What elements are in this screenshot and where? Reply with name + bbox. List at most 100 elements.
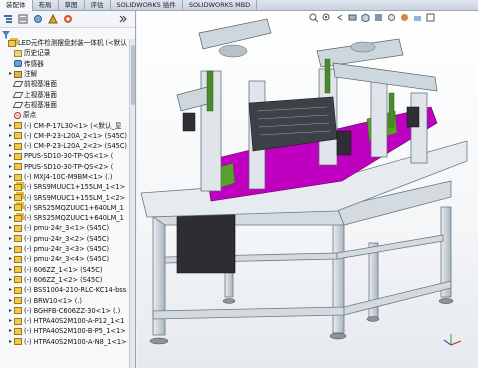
tree-item-label: (-) CM-P-23-L20A_2<2> (S45C) bbox=[24, 142, 128, 151]
folder-icon bbox=[14, 49, 22, 57]
tree-item-label: LED元件检测摆盘封装一体机 (<默认 bbox=[18, 39, 127, 48]
tree-item[interactable]: ▸ (-) HTPA40S2M100-A-N8_1<1> bbox=[0, 337, 135, 347]
tree-item[interactable]: ▸ (-) 606ZZ_1<2> (S45C) bbox=[0, 275, 135, 285]
tree-item[interactable]: ▸ (-) 606ZZ_1<1> (S45C) bbox=[0, 265, 135, 275]
part-icon bbox=[14, 276, 22, 284]
tree-item-label: (-) CM-P-17L30<1> (<默认_显 bbox=[24, 121, 122, 130]
tree-item[interactable]: ▸ (-) pmu-24r_3<2> (S45C) bbox=[0, 234, 135, 244]
expand-toggle-icon[interactable]: ▸ bbox=[7, 223, 14, 233]
expand-toggle-icon[interactable]: ▸ bbox=[7, 285, 14, 295]
previous-view-icon[interactable] bbox=[335, 13, 344, 22]
expand-toggle-icon[interactable]: ▸ bbox=[7, 275, 14, 285]
expand-toggle-icon[interactable]: ▸ bbox=[7, 234, 14, 244]
part-icon bbox=[14, 327, 22, 335]
expand-toggle-icon[interactable]: ▸ bbox=[7, 172, 14, 182]
part-icon bbox=[14, 307, 22, 315]
section-view-icon[interactable] bbox=[348, 13, 357, 22]
tab-evaluate[interactable]: 评估 bbox=[85, 0, 111, 11]
display-style-icon[interactable] bbox=[374, 13, 383, 22]
expand-toggle-icon[interactable]: ▸ bbox=[7, 141, 14, 151]
plane-icon bbox=[12, 91, 24, 98]
tree-item[interactable]: ▸ (-) MXJ4-10C-M9BM<1> (.) bbox=[0, 172, 135, 182]
expand-toggle-icon[interactable]: ▸ bbox=[7, 316, 14, 326]
expand-toggle-icon[interactable]: ▸ bbox=[7, 265, 14, 275]
scroll-thumb[interactable] bbox=[131, 45, 135, 105]
expand-toggle-icon[interactable]: ▸ bbox=[7, 296, 14, 306]
expand-toggle-icon[interactable]: ▸ bbox=[7, 244, 14, 254]
display-manager-icon[interactable] bbox=[62, 13, 74, 25]
tree-item[interactable]: ▸ (-) pmu-24r_3<4> (S45C) bbox=[0, 254, 135, 264]
tree-item[interactable]: LED元件检测摆盘封装一体机 (<默认 bbox=[0, 38, 135, 48]
expand-toggle-icon[interactable]: ▸ bbox=[7, 182, 14, 192]
expand-toggle-icon[interactable]: ▸ bbox=[7, 203, 14, 213]
tree-item[interactable]: ▸ (-) BRW10<1> (.) bbox=[0, 295, 135, 305]
tree-item[interactable]: ▸ PPUS-SD10-30-TP-QS<1> ( bbox=[0, 151, 135, 161]
panel-toolbar bbox=[0, 11, 135, 28]
tree-item[interactable]: 原点 bbox=[0, 110, 135, 120]
property-manager-icon[interactable] bbox=[17, 13, 29, 25]
tab-addins[interactable]: SOLIDWORKS 插件 bbox=[111, 0, 183, 11]
expand-toggle-icon[interactable]: ▸ bbox=[7, 254, 14, 264]
tree-item[interactable]: ▸ (-) SRS9MUUC1+155LM_1<1> bbox=[0, 182, 135, 192]
tree-item-label: 前视基准面 bbox=[24, 80, 57, 89]
view-orientation-icon[interactable] bbox=[361, 13, 370, 22]
tree-item[interactable]: ▸ (-) pmu-24r_3<1> (S45C) bbox=[0, 223, 135, 233]
dimxpert-icon[interactable] bbox=[47, 13, 59, 25]
tree-item[interactable]: ▸ PPUS-SD10-30-TP-QS<2> ( bbox=[0, 162, 135, 172]
tab-sketch[interactable]: 草图 bbox=[59, 0, 85, 11]
configuration-manager-icon[interactable] bbox=[32, 13, 44, 25]
expand-toggle-icon[interactable]: ▸ bbox=[7, 121, 14, 131]
tree-item[interactable]: ▸ (-) SRS25MQZUUC1+640LM_1 bbox=[0, 203, 135, 213]
expand-toggle-icon[interactable]: ▸ bbox=[7, 213, 14, 223]
panel-scrollbar[interactable] bbox=[129, 39, 135, 368]
tree-item[interactable]: 右视基准面 bbox=[0, 100, 135, 110]
expand-toggle-icon[interactable]: ▸ bbox=[7, 337, 14, 347]
tree-item-label: (-) MXJ4-10C-M9BM<1> (.) bbox=[24, 173, 113, 181]
tree-item-label: (-) BRW10<1> (.) bbox=[24, 296, 82, 305]
zoom-area-icon[interactable] bbox=[322, 13, 331, 22]
expand-toggle-icon[interactable]: ▸ bbox=[7, 162, 14, 172]
expand-toggle-icon[interactable]: ▸ bbox=[7, 131, 14, 141]
expand-toggle-icon[interactable]: ▸ bbox=[7, 151, 14, 161]
leveling-feet bbox=[149, 298, 454, 345]
expand-toggle-icon[interactable]: ▸ bbox=[7, 193, 14, 203]
tree-item[interactable]: ▸ (-) HTPA40S2M100-A-P12_1<1 bbox=[0, 316, 135, 326]
tree-item-label: 原点 bbox=[23, 111, 37, 120]
scene-icon[interactable] bbox=[413, 13, 422, 22]
tree-item[interactable]: ▸ (-) CM-P-23-L20A_2<1> (S45C) bbox=[0, 131, 135, 141]
tree-item[interactable]: 前视基准面 bbox=[0, 79, 135, 89]
tree-item[interactable]: ▸ (-) SRS9MUUC1+155LM_1<2> bbox=[0, 192, 135, 202]
tab-layout[interactable]: 布局 bbox=[33, 0, 59, 11]
part-icon bbox=[14, 266, 22, 274]
tree-item[interactable]: 历史记录 bbox=[0, 48, 135, 58]
origin-icon bbox=[14, 111, 21, 119]
graphics-area[interactable] bbox=[137, 11, 478, 368]
tree-item[interactable]: ▸ 注解 bbox=[0, 69, 135, 79]
tree-item-label: (-) pmu-24r_3<4> (S45C) bbox=[24, 255, 110, 264]
view-settings-icon[interactable] bbox=[426, 13, 435, 22]
appearance-icon[interactable] bbox=[400, 13, 409, 22]
expand-toggle-icon[interactable]: ▸ bbox=[7, 69, 14, 79]
tab-mbd[interactable]: SOLIDWORKS MBD bbox=[183, 0, 258, 11]
asm-icon bbox=[14, 214, 22, 222]
solidworks-window: 装配体 布局 草图 评估 SOLIDWORKS 插件 SOLIDWORKS MB… bbox=[0, 0, 478, 368]
tree-item[interactable]: 传感器 bbox=[0, 59, 135, 69]
zoom-to-fit-icon[interactable] bbox=[309, 13, 318, 22]
hide-show-icon[interactable] bbox=[387, 13, 396, 22]
tree-item[interactable]: ▸ (-) CM-P-17L30<1> (<默认_显 bbox=[0, 120, 135, 130]
tree-item[interactable]: ▸ (-) BSS1004-210-RLC-KC14-bss bbox=[0, 285, 135, 295]
tree-item[interactable]: ▸ (-) pmu-24r_3<3> (S45C) bbox=[0, 244, 135, 254]
expand-toggle-icon[interactable]: ▸ bbox=[7, 306, 14, 316]
tree-item[interactable]: ▸ (-) CM-P-23-L20A_2<2> (S45C) bbox=[0, 141, 135, 151]
tree-item[interactable]: 上视基准面 bbox=[0, 89, 135, 99]
expand-toggle-icon[interactable]: ▸ bbox=[7, 326, 14, 336]
tree-item[interactable]: ▸ (-) BGHFB-C606ZZ-30<1> (.) bbox=[0, 306, 135, 316]
tree-item[interactable]: ▸ (-) SRS25MQZUUC1+640LM_1 bbox=[0, 213, 135, 223]
expand-panel-icon[interactable] bbox=[117, 13, 129, 25]
asm-icon bbox=[14, 204, 22, 212]
tree-item[interactable]: ▸ (-) HTPA40S2M100-B-P5_1<1> bbox=[0, 326, 135, 336]
tab-assembly[interactable]: 装配体 bbox=[0, 0, 33, 11]
machine-3d-model[interactable] bbox=[137, 11, 478, 368]
tree-item-label: (-) pmu-24r_3<2> (S45C) bbox=[24, 234, 110, 243]
part-icon bbox=[14, 297, 22, 305]
